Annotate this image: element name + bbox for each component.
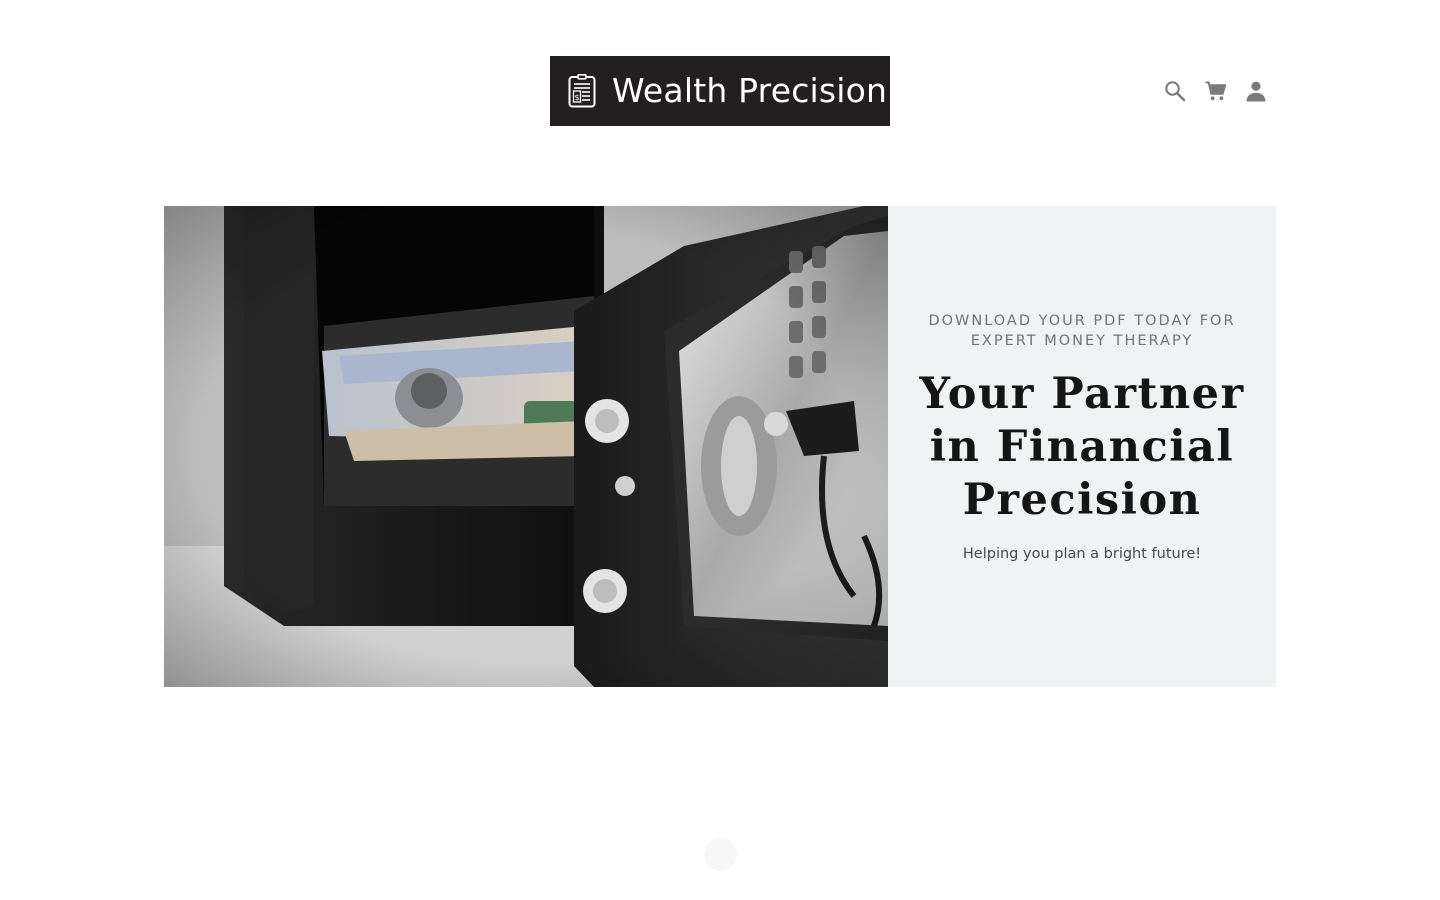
- hero-eyebrow: DOWNLOAD YOUR PDF TODAY FOR EXPERT MONEY…: [928, 313, 1236, 349]
- hero-image-safe-with-cash: [164, 206, 888, 687]
- hero-subtext: Helping you plan a bright future!: [962, 546, 1202, 562]
- svg-text:$: $: [574, 93, 579, 102]
- logo-text: Wealth Precision: [612, 71, 888, 110]
- logo-link[interactable]: $ Wealth Precision: [550, 56, 890, 126]
- logo-document-icon: $: [568, 74, 596, 108]
- hero-section: DOWNLOAD YOUR PDF TODAY FOR EXPERT MONEY…: [164, 206, 1276, 687]
- search-icon[interactable]: [1160, 76, 1190, 106]
- hero-headline: Your Partner in Financial Precision: [919, 369, 1245, 525]
- site-header: $ Wealth Precision: [0, 0, 1440, 180]
- header-icon-group: [1160, 76, 1280, 106]
- account-icon[interactable]: [1241, 76, 1271, 106]
- cart-icon[interactable]: [1201, 76, 1231, 106]
- hero-text-panel: DOWNLOAD YOUR PDF TODAY FOR EXPERT MONEY…: [888, 206, 1276, 687]
- scroll-indicator[interactable]: [704, 838, 737, 871]
